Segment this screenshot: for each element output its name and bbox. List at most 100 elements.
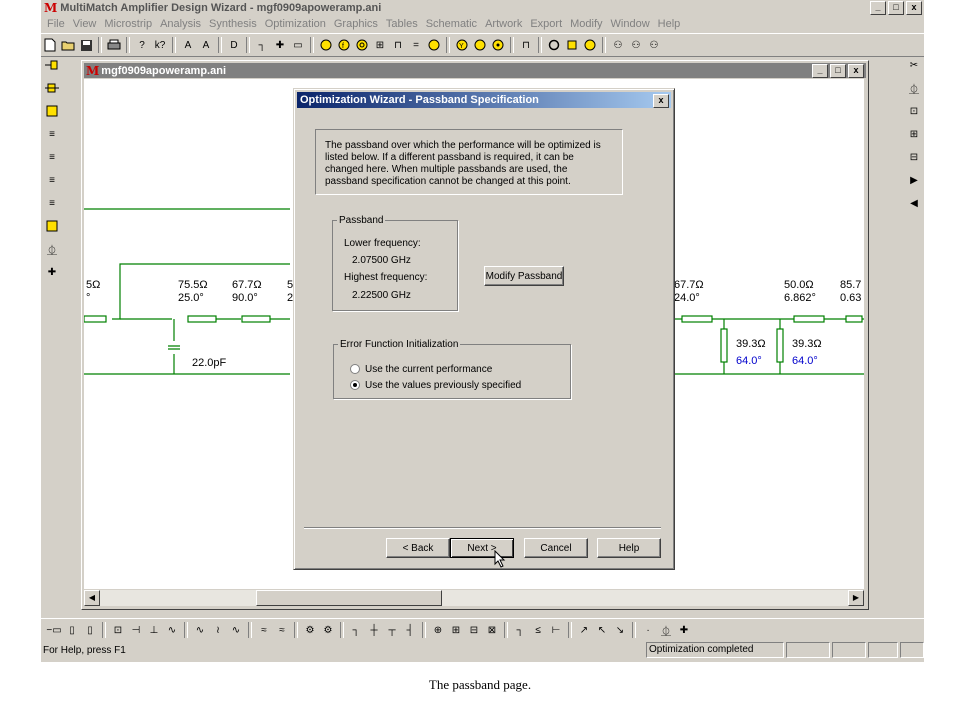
stub-line[interactable] — [776, 328, 784, 363]
network-3-icon[interactable]: ⊟ — [467, 623, 481, 637]
transmission-line[interactable] — [793, 315, 825, 323]
stub-2-icon[interactable]: ≤ — [531, 623, 545, 637]
back-circle-icon[interactable] — [473, 38, 487, 52]
cap-series-icon[interactable]: ⊣ — [129, 623, 143, 637]
ground-icon[interactable]: ⏂ — [45, 242, 59, 257]
sub-2-icon[interactable]: ≡ — [45, 196, 59, 210]
network-4-icon[interactable]: ⊠ — [485, 623, 499, 637]
transmission-line[interactable] — [187, 315, 217, 323]
cross-bottom-icon[interactable]: ✚ — [677, 623, 691, 637]
transmission-line[interactable] — [845, 315, 863, 323]
radio-unchecked-icon[interactable] — [350, 364, 360, 375]
cap-shunt-icon[interactable]: ⊥ — [147, 623, 161, 637]
menu-synthesis[interactable]: Synthesis — [209, 18, 257, 30]
grid-icon[interactable]: ⊞ — [373, 38, 387, 52]
port-in-icon[interactable]: ◀ — [907, 196, 921, 210]
y-circle-icon[interactable]: Y — [455, 38, 469, 52]
text-tool-icon[interactable]: A — [181, 38, 195, 52]
restore-button[interactable]: □ — [888, 1, 904, 15]
print-icon[interactable] — [107, 38, 121, 52]
resistor-shunt-icon[interactable]: ▯ — [65, 623, 79, 637]
resistor-series-icon[interactable]: −▭ — [46, 623, 61, 637]
scroll-thumb[interactable] — [256, 590, 442, 606]
inductor-icon[interactable]: ∿ — [165, 623, 179, 637]
block-icon[interactable] — [45, 104, 59, 118]
dot-circle-icon[interactable] — [491, 38, 505, 52]
document-minimize-button[interactable]: _ — [812, 64, 828, 78]
disk-icon[interactable] — [583, 38, 597, 52]
modify-passband-button[interactable]: Modify Passband — [484, 266, 564, 286]
minus-box-icon[interactable]: ⊟ — [907, 150, 921, 164]
ring-icon[interactable] — [547, 38, 561, 52]
stub-line[interactable] — [720, 328, 728, 363]
transmission-line[interactable] — [84, 315, 107, 323]
ground-bottom-icon[interactable]: ⏂ — [659, 623, 673, 638]
document-close-button[interactable]: x — [848, 64, 864, 78]
branch-icon[interactable]: ┐ — [349, 623, 363, 637]
square-icon[interactable] — [565, 38, 579, 52]
target-circle-icon[interactable] — [355, 38, 369, 52]
cir-2-icon[interactable]: ≡ — [45, 150, 59, 164]
people-3-icon[interactable]: ⚇ — [647, 38, 661, 52]
cross-icon[interactable]: ✚ — [273, 38, 287, 52]
branch-3-icon[interactable]: ┬ — [385, 623, 399, 637]
port-left-icon[interactable] — [45, 58, 59, 72]
transmission-line[interactable] — [241, 315, 271, 323]
help-button[interactable]: Help — [597, 538, 661, 558]
diagonal-2-icon[interactable]: ↖ — [595, 623, 609, 637]
open-folder-icon[interactable] — [61, 38, 75, 52]
inductor-shunt-icon[interactable]: ≀ — [211, 623, 225, 637]
back-button[interactable]: < Back — [386, 538, 450, 558]
sub-icon[interactable]: ≡ — [45, 173, 59, 187]
dialog-close-button[interactable]: x — [653, 94, 669, 108]
diagonal-icon[interactable]: ↗ — [577, 623, 591, 637]
radio-checked-icon[interactable] — [350, 380, 360, 391]
box-series-icon[interactable]: ⊡ — [111, 623, 125, 637]
bend-icon[interactable]: ┐ — [255, 38, 269, 52]
network-icon[interactable]: ⊕ — [431, 623, 445, 637]
point-icon[interactable]: ∙ — [641, 623, 655, 637]
scroll-right-arrow-icon[interactable]: ▶ — [848, 590, 864, 606]
help-icon[interactable]: ? — [135, 38, 149, 52]
network-2-icon[interactable]: ⊞ — [449, 623, 463, 637]
menu-file[interactable]: File — [47, 18, 65, 30]
graph-icon[interactable] — [427, 38, 441, 52]
save-icon[interactable] — [79, 38, 93, 52]
menu-optimization[interactable]: Optimization — [265, 18, 326, 30]
menu-analysis[interactable]: Analysis — [160, 18, 201, 30]
f-circle-icon[interactable]: f — [337, 38, 351, 52]
text-tool-2-icon[interactable]: A — [199, 38, 213, 52]
horizontal-scrollbar[interactable]: ◀ ▶ — [84, 590, 864, 606]
equals-icon[interactable]: = — [409, 38, 423, 52]
gear-2-icon[interactable]: ⚙ — [321, 623, 335, 637]
inductor-series-icon[interactable]: ∿ — [193, 623, 207, 637]
minimize-button[interactable]: _ — [870, 1, 886, 15]
shunt-open-icon[interactable]: ▯ — [83, 623, 97, 637]
pulse-icon[interactable]: ⊓ — [519, 38, 533, 52]
diagonal-3-icon[interactable]: ↘ — [613, 623, 627, 637]
stub-3-icon[interactable]: ⊢ — [549, 623, 563, 637]
element-icon[interactable]: ▭ — [291, 38, 305, 52]
scroll-left-arrow-icon[interactable]: ◀ — [84, 590, 100, 606]
menu-schematic[interactable]: Schematic — [426, 18, 477, 30]
point-box-icon[interactable]: ⊡ — [907, 104, 921, 118]
radio-current-performance[interactable]: Use the current performance — [350, 364, 492, 375]
menu-artwork[interactable]: Artwork — [485, 18, 522, 30]
scissors-icon[interactable]: ✂ — [907, 58, 921, 72]
menu-window[interactable]: Window — [611, 18, 650, 30]
stub-icon[interactable]: ┐ — [513, 623, 527, 637]
component-icon[interactable]: ⊓ — [391, 38, 405, 52]
people-icon[interactable]: ⚇ — [611, 38, 625, 52]
context-help-icon[interactable]: k? — [153, 38, 167, 52]
transmission-line[interactable] — [681, 315, 713, 323]
transformer-icon[interactable]: ≈ — [257, 623, 271, 637]
yellow-circle-icon[interactable] — [319, 38, 333, 52]
plus-box-icon[interactable]: ⊞ — [907, 127, 921, 141]
port-icon[interactable]: D — [227, 38, 241, 52]
cir-icon[interactable]: ≡ — [45, 127, 59, 141]
radio-previous-values[interactable]: Use the values previously specified — [350, 380, 521, 391]
menu-tables[interactable]: Tables — [386, 18, 418, 30]
branch-4-icon[interactable]: ┤ — [403, 623, 417, 637]
coil-icon[interactable]: ∿ — [229, 623, 243, 637]
port-right-icon[interactable] — [45, 81, 59, 95]
